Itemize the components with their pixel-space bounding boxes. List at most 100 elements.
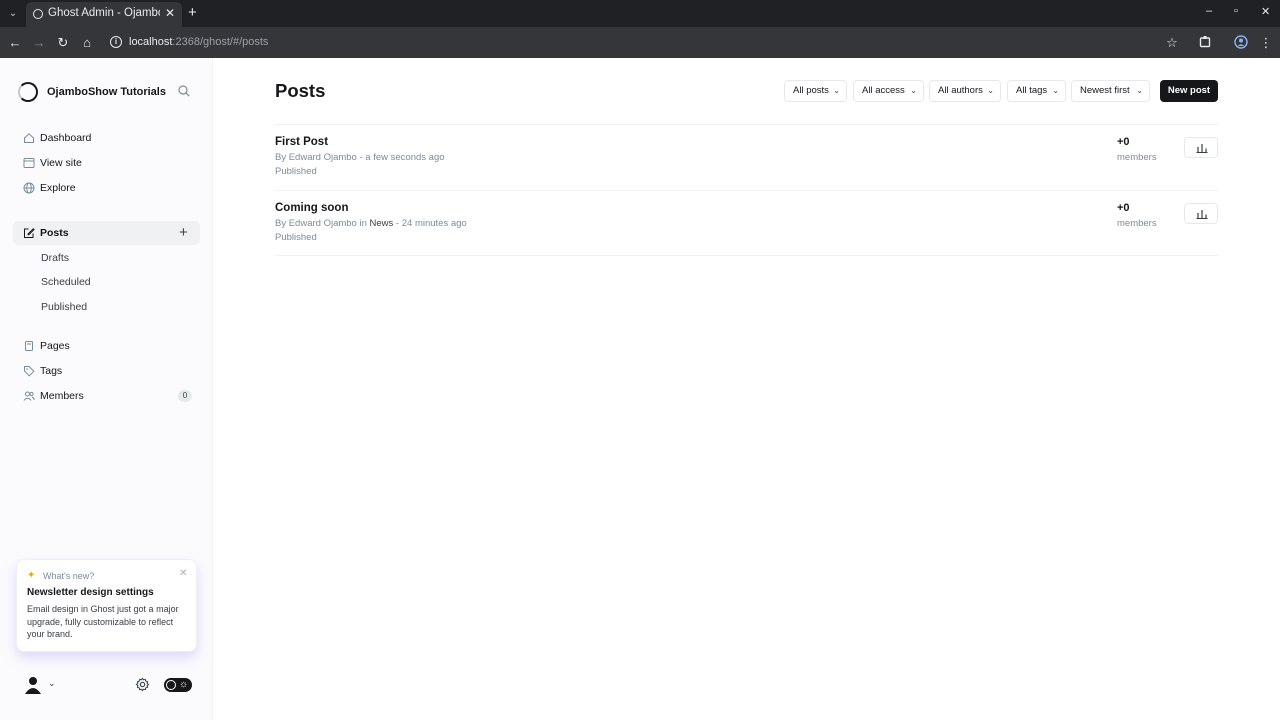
maximize-icon[interactable]: ▫ (1234, 5, 1238, 17)
members-count-badge: 0 (178, 390, 192, 402)
window-icon (23, 158, 35, 168)
filter-author-select[interactable]: All authors ⌄ (929, 80, 1001, 102)
url-host: localhost (129, 36, 173, 48)
filter-label: Newest first (1080, 85, 1130, 96)
member-label: members (1117, 218, 1157, 229)
post-author: By Edward Ojambo (275, 218, 357, 229)
tab-list-chevron-icon[interactable]: ⌄ (4, 5, 22, 23)
member-delta: +0 (1117, 136, 1130, 148)
browser-toolbar: ← → ↻ ⌂ i localhost:2368/ghost/#/posts ☆… (0, 27, 1280, 58)
nav-posts[interactable]: Posts + (13, 221, 200, 245)
home-page-icon[interactable]: ⌂ (79, 35, 95, 51)
back-icon[interactable]: ← (7, 35, 23, 51)
filter-label: All access (862, 85, 905, 96)
profile-icon[interactable] (1233, 35, 1249, 51)
post-meta: By Edward Ojambo - a few seconds ago (275, 152, 445, 163)
post-tag-link[interactable]: News (370, 218, 394, 229)
address-bar[interactable]: localhost:2368/ghost/#/posts (129, 36, 268, 48)
globe-icon (23, 182, 35, 194)
window-close-icon[interactable]: ✕ (1261, 5, 1270, 18)
tab-close-icon[interactable]: ✕ (165, 6, 175, 20)
whats-new-tag: What's new? (43, 571, 95, 581)
new-post-button[interactable]: New post (1160, 80, 1218, 102)
post-author: By Edward Ojambo (275, 152, 357, 163)
nav-tags[interactable]: Tags (13, 359, 200, 383)
sparkle-icon: ✦ (27, 570, 36, 581)
admin-sidebar: OjamboShow Tutorials Dashboard View site… (0, 58, 213, 720)
sort-order-select[interactable]: Newest first ⌄ (1071, 80, 1150, 102)
post-time: a few seconds ago (365, 152, 445, 163)
home-icon (24, 133, 34, 143)
nav-label: Scheduled (41, 276, 91, 288)
bar-chart-icon (1196, 144, 1208, 153)
member-delta: +0 (1117, 202, 1130, 214)
dark-mode-toggle[interactable]: ☼ (164, 678, 192, 692)
bar-chart-icon (1196, 210, 1208, 219)
nav-label: Tags (40, 365, 63, 377)
chevron-down-icon: ⌄ (833, 86, 840, 95)
filter-access-select[interactable]: All access ⌄ (853, 80, 924, 102)
edit-icon (24, 228, 35, 238)
nav-label: View site (40, 157, 82, 169)
nav-members[interactable]: Members 0 (13, 384, 200, 408)
post-analytics-button[interactable] (1184, 137, 1218, 158)
search-icon[interactable] (178, 85, 190, 97)
nav-scheduled[interactable]: Scheduled (13, 270, 200, 294)
site-name[interactable]: OjamboShow Tutorials (47, 86, 166, 98)
reload-icon[interactable]: ↻ (55, 35, 71, 51)
post-status: Published (275, 232, 317, 243)
filter-tag-select[interactable]: All tags ⌄ (1007, 80, 1066, 102)
chevron-down-icon: ⌄ (1052, 86, 1059, 95)
bookmark-star-icon[interactable]: ☆ (1164, 35, 1180, 51)
chevron-down-icon: ⌄ (1136, 86, 1143, 95)
sun-icon: ☼ (179, 679, 189, 690)
post-list-item[interactable]: Coming soon By Edward Ojambo in News - 2… (275, 190, 1218, 256)
gear-icon[interactable] (135, 677, 150, 692)
site-info-icon[interactable]: i (110, 36, 122, 48)
minimize-icon[interactable]: – (1206, 5, 1212, 17)
chevron-down-icon: ⌄ (910, 86, 917, 95)
close-icon[interactable]: ✕ (179, 568, 187, 579)
nav-label: Explore (40, 182, 76, 194)
whats-new-body: Email design in Ghost just got a major u… (27, 604, 179, 639)
member-label: members (1117, 152, 1157, 163)
chevron-down-icon: ⌄ (987, 86, 994, 95)
post-analytics-button[interactable] (1184, 203, 1218, 224)
chevron-down-icon[interactable]: ⌄ (48, 678, 56, 689)
nav-label: Published (41, 301, 88, 313)
toggle-knob (166, 680, 176, 690)
filter-type-select[interactable]: All posts ⌄ (784, 80, 847, 102)
post-title[interactable]: Coming soon (275, 202, 348, 214)
browser-tab-bar: ⌄ Ghost Admin - OjamboShow Tutorials ✕ +… (0, 0, 1280, 27)
filter-label: All authors (938, 85, 983, 96)
extensions-icon[interactable] (1197, 35, 1213, 51)
browser-menu-icon[interactable]: ⋮ (1258, 35, 1274, 51)
site-logo-icon (18, 82, 38, 102)
nav-pages[interactable]: Pages (13, 334, 200, 358)
members-icon (23, 391, 35, 401)
nav-label: Dashboard (40, 132, 92, 144)
nav-label: Posts (40, 227, 69, 239)
whats-new-card[interactable]: ✦ What's new? ✕ Newsletter design settin… (17, 560, 196, 651)
post-title[interactable]: First Post (275, 136, 328, 148)
nav-explore[interactable]: Explore (13, 176, 200, 200)
tag-icon (24, 366, 35, 377)
new-post-plus-icon[interactable]: + (179, 225, 188, 240)
nav-drafts[interactable]: Drafts (13, 246, 200, 270)
whats-new-title: Newsletter design settings (27, 587, 154, 598)
nav-label: Drafts (41, 252, 70, 264)
nav-dashboard[interactable]: Dashboard (13, 126, 200, 150)
forward-icon[interactable]: → (31, 35, 47, 51)
post-time: 24 minutes ago (401, 218, 467, 229)
new-tab-icon[interactable]: + (188, 4, 197, 21)
filter-label: All tags (1016, 85, 1048, 96)
browser-tab[interactable]: Ghost Admin - OjamboShow Tutorials ✕ (26, 2, 182, 27)
filter-label: All posts (793, 85, 829, 96)
post-meta: By Edward Ojambo in News - 24 minutes ag… (275, 218, 467, 229)
nav-view-site[interactable]: View site (13, 151, 200, 175)
tab-title: Ghost Admin - OjamboShow Tutorials (48, 7, 160, 19)
post-list-item[interactable]: First Post By Edward Ojambo - a few seco… (275, 124, 1218, 190)
user-avatar-icon[interactable] (24, 676, 42, 694)
nav-published[interactable]: Published (13, 295, 200, 319)
nav-label: Members (40, 390, 84, 402)
